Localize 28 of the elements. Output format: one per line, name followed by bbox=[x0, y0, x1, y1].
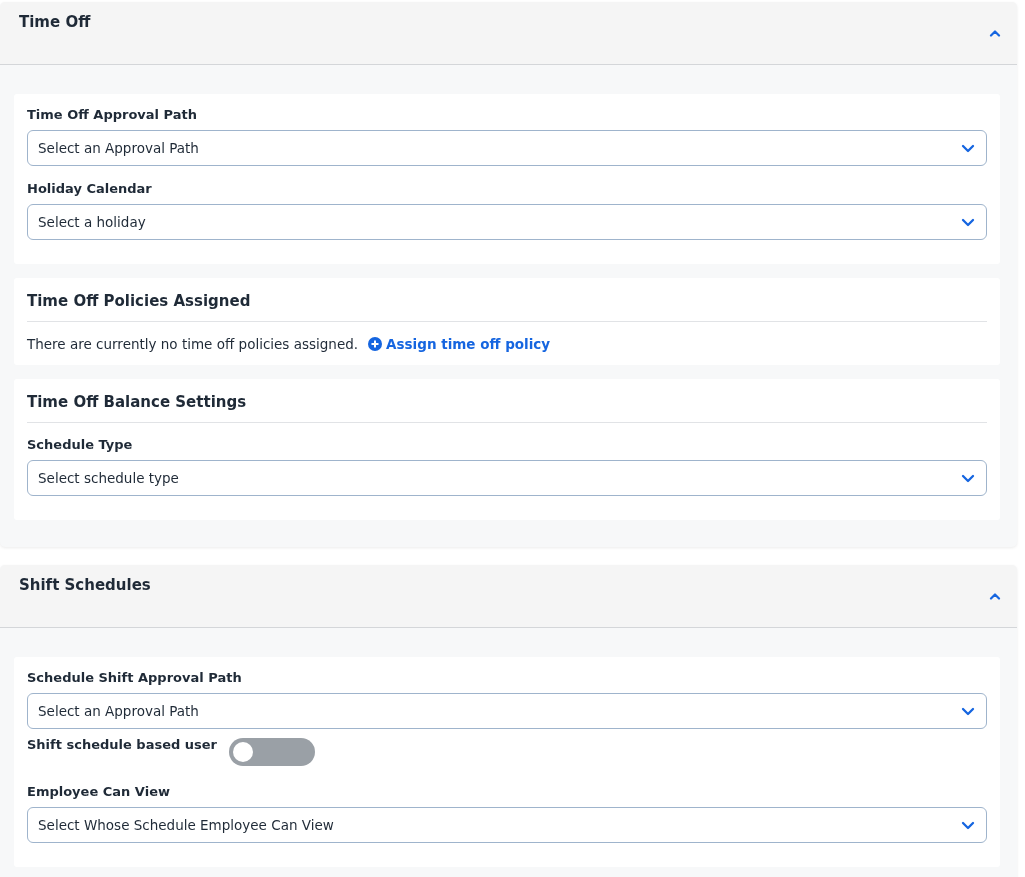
card-title: Time Off Policies Assigned bbox=[27, 291, 252, 312]
chevron-down-icon bbox=[961, 706, 975, 716]
select-dropdown[interactable]: Select an Approval Path bbox=[27, 130, 987, 166]
select-dropdown[interactable]: Select schedule type bbox=[27, 460, 987, 496]
card-title: Time Off Balance Settings bbox=[27, 392, 248, 413]
chevron-down-icon bbox=[961, 473, 975, 483]
toggle-switch[interactable] bbox=[229, 738, 316, 766]
field-label: Employee Can View bbox=[27, 784, 171, 799]
chevron-down-icon bbox=[961, 143, 975, 153]
section-header[interactable]: Time Off bbox=[0, 2, 1017, 65]
chevron-down-icon bbox=[961, 217, 975, 227]
section-title: Shift Schedules bbox=[19, 576, 151, 596]
field-label: Schedule Type bbox=[27, 437, 134, 452]
field-label: Holiday Calendar bbox=[27, 181, 153, 196]
field-label: Schedule Shift Approval Path bbox=[27, 670, 243, 685]
plus-circle-icon bbox=[368, 337, 383, 351]
select-dropdown[interactable]: Select Whose Schedule Employee Can View bbox=[27, 807, 987, 843]
toggle-label: Shift schedule based user bbox=[27, 737, 218, 752]
section-title: Time Off bbox=[19, 13, 91, 33]
empty-message: There are currently no time off policies assigned. bbox=[27, 336, 359, 352]
chevron-up-icon[interactable] bbox=[989, 29, 1001, 37]
chevron-up-icon[interactable] bbox=[989, 592, 1001, 600]
select-dropdown[interactable]: Select a holiday bbox=[27, 204, 987, 240]
chevron-down-icon bbox=[961, 820, 975, 830]
field-label: Time Off Approval Path bbox=[27, 107, 198, 122]
select-dropdown[interactable]: Select an Approval Path bbox=[27, 693, 987, 729]
section-header[interactable]: Shift Schedules bbox=[0, 565, 1017, 628]
assign-policy-link[interactable]: Assign time off policy bbox=[368, 336, 551, 352]
